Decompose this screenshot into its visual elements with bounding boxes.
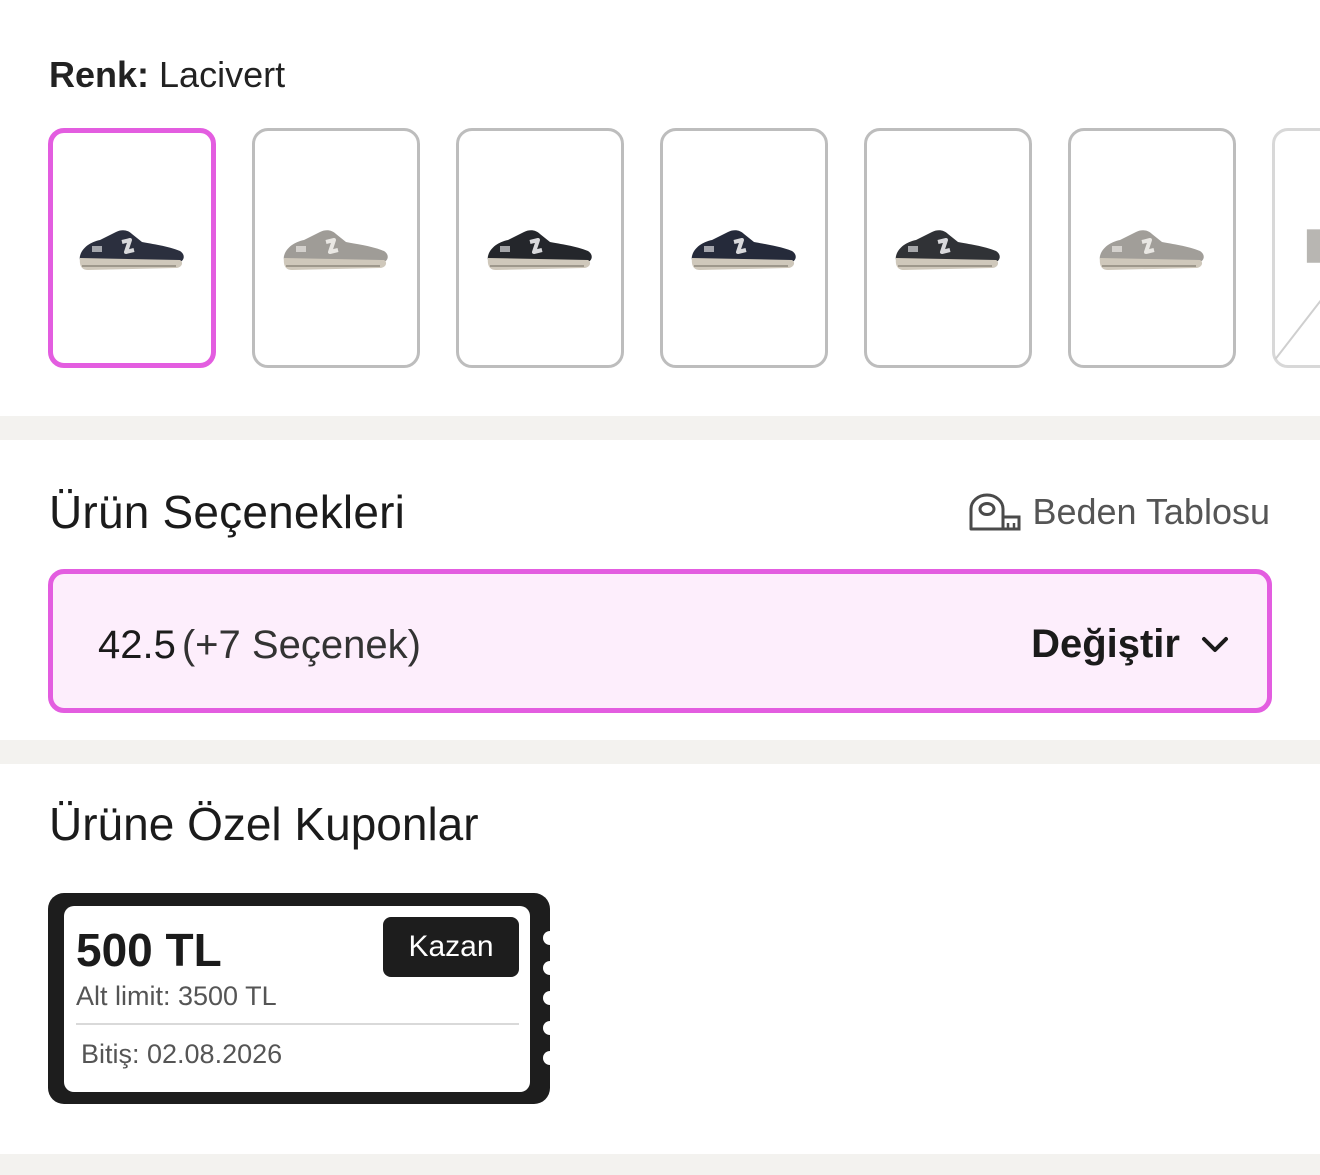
section-divider xyxy=(0,416,1320,440)
color-swatch-grey[interactable] xyxy=(252,128,420,368)
claim-coupon-button[interactable]: Kazan xyxy=(383,917,519,977)
size-chart-label: Beden Tablosu xyxy=(1032,491,1270,532)
coupons-title: Ürüne Özel Kuponlar xyxy=(49,798,479,850)
coupon-notch xyxy=(543,991,557,1005)
change-size-label: Değiştir xyxy=(1031,622,1180,666)
color-label: Renk: Lacivert xyxy=(49,52,285,98)
color-swatch-navy-2[interactable] xyxy=(660,128,828,368)
options-title: Ürün Seçenekleri xyxy=(49,486,406,538)
tape-measure-icon xyxy=(969,493,1021,531)
coupon-separator xyxy=(76,1023,519,1025)
size-chart-link[interactable]: Beden Tablosu xyxy=(968,489,1270,535)
color-swatch-partial[interactable] xyxy=(1272,128,1320,368)
shoe-image xyxy=(283,230,388,270)
color-section: Renk: Lacivert xyxy=(0,0,1320,416)
change-size-button[interactable]: Değiştir xyxy=(1031,620,1232,668)
color-swatch-black[interactable] xyxy=(456,128,624,368)
more-options-count: (+7 Seçenek) xyxy=(181,623,421,667)
coupon-notch xyxy=(543,1051,557,1065)
coupon-notch xyxy=(543,931,557,945)
coupon-expiry: Bitiş: 02.08.2026 xyxy=(81,1039,283,1069)
color-label-value: Lacivert xyxy=(159,54,286,95)
shoe-image xyxy=(79,230,184,270)
coupon-amount: 500 TL xyxy=(76,924,222,976)
coupon-min-limit: Alt limit: 3500 TL xyxy=(76,981,277,1011)
coupon-notch xyxy=(543,1021,557,1035)
coupon-notch xyxy=(543,961,557,975)
shoe-image xyxy=(487,230,592,270)
selected-size: 42.5 xyxy=(98,623,176,667)
color-label-key: Renk: xyxy=(49,54,150,95)
shoe-image xyxy=(895,230,1000,270)
shoe-image xyxy=(691,230,796,270)
shoe-image xyxy=(1099,230,1204,270)
chevron-down-icon xyxy=(1202,637,1228,652)
coupon-body: 500 TL Kazan Alt limit: 3500 TL Bitiş: 0… xyxy=(64,906,530,1092)
color-swatch-light-grey[interactable] xyxy=(1068,128,1236,368)
partial-swatch-image xyxy=(1275,229,1320,360)
size-selector[interactable]: 42.5 (+7 Seçenek) Değiştir xyxy=(48,569,1272,713)
section-divider xyxy=(0,740,1320,764)
section-divider xyxy=(0,1154,1320,1175)
color-swatch-row[interactable] xyxy=(48,128,1320,368)
coupon-card: 500 TL Kazan Alt limit: 3500 TL Bitiş: 0… xyxy=(48,893,557,1104)
selected-size-text: 42.5 (+7 Seçenek) xyxy=(98,621,421,669)
color-swatch-dark-grey[interactable] xyxy=(864,128,1032,368)
color-swatch-navy[interactable] xyxy=(48,128,216,368)
